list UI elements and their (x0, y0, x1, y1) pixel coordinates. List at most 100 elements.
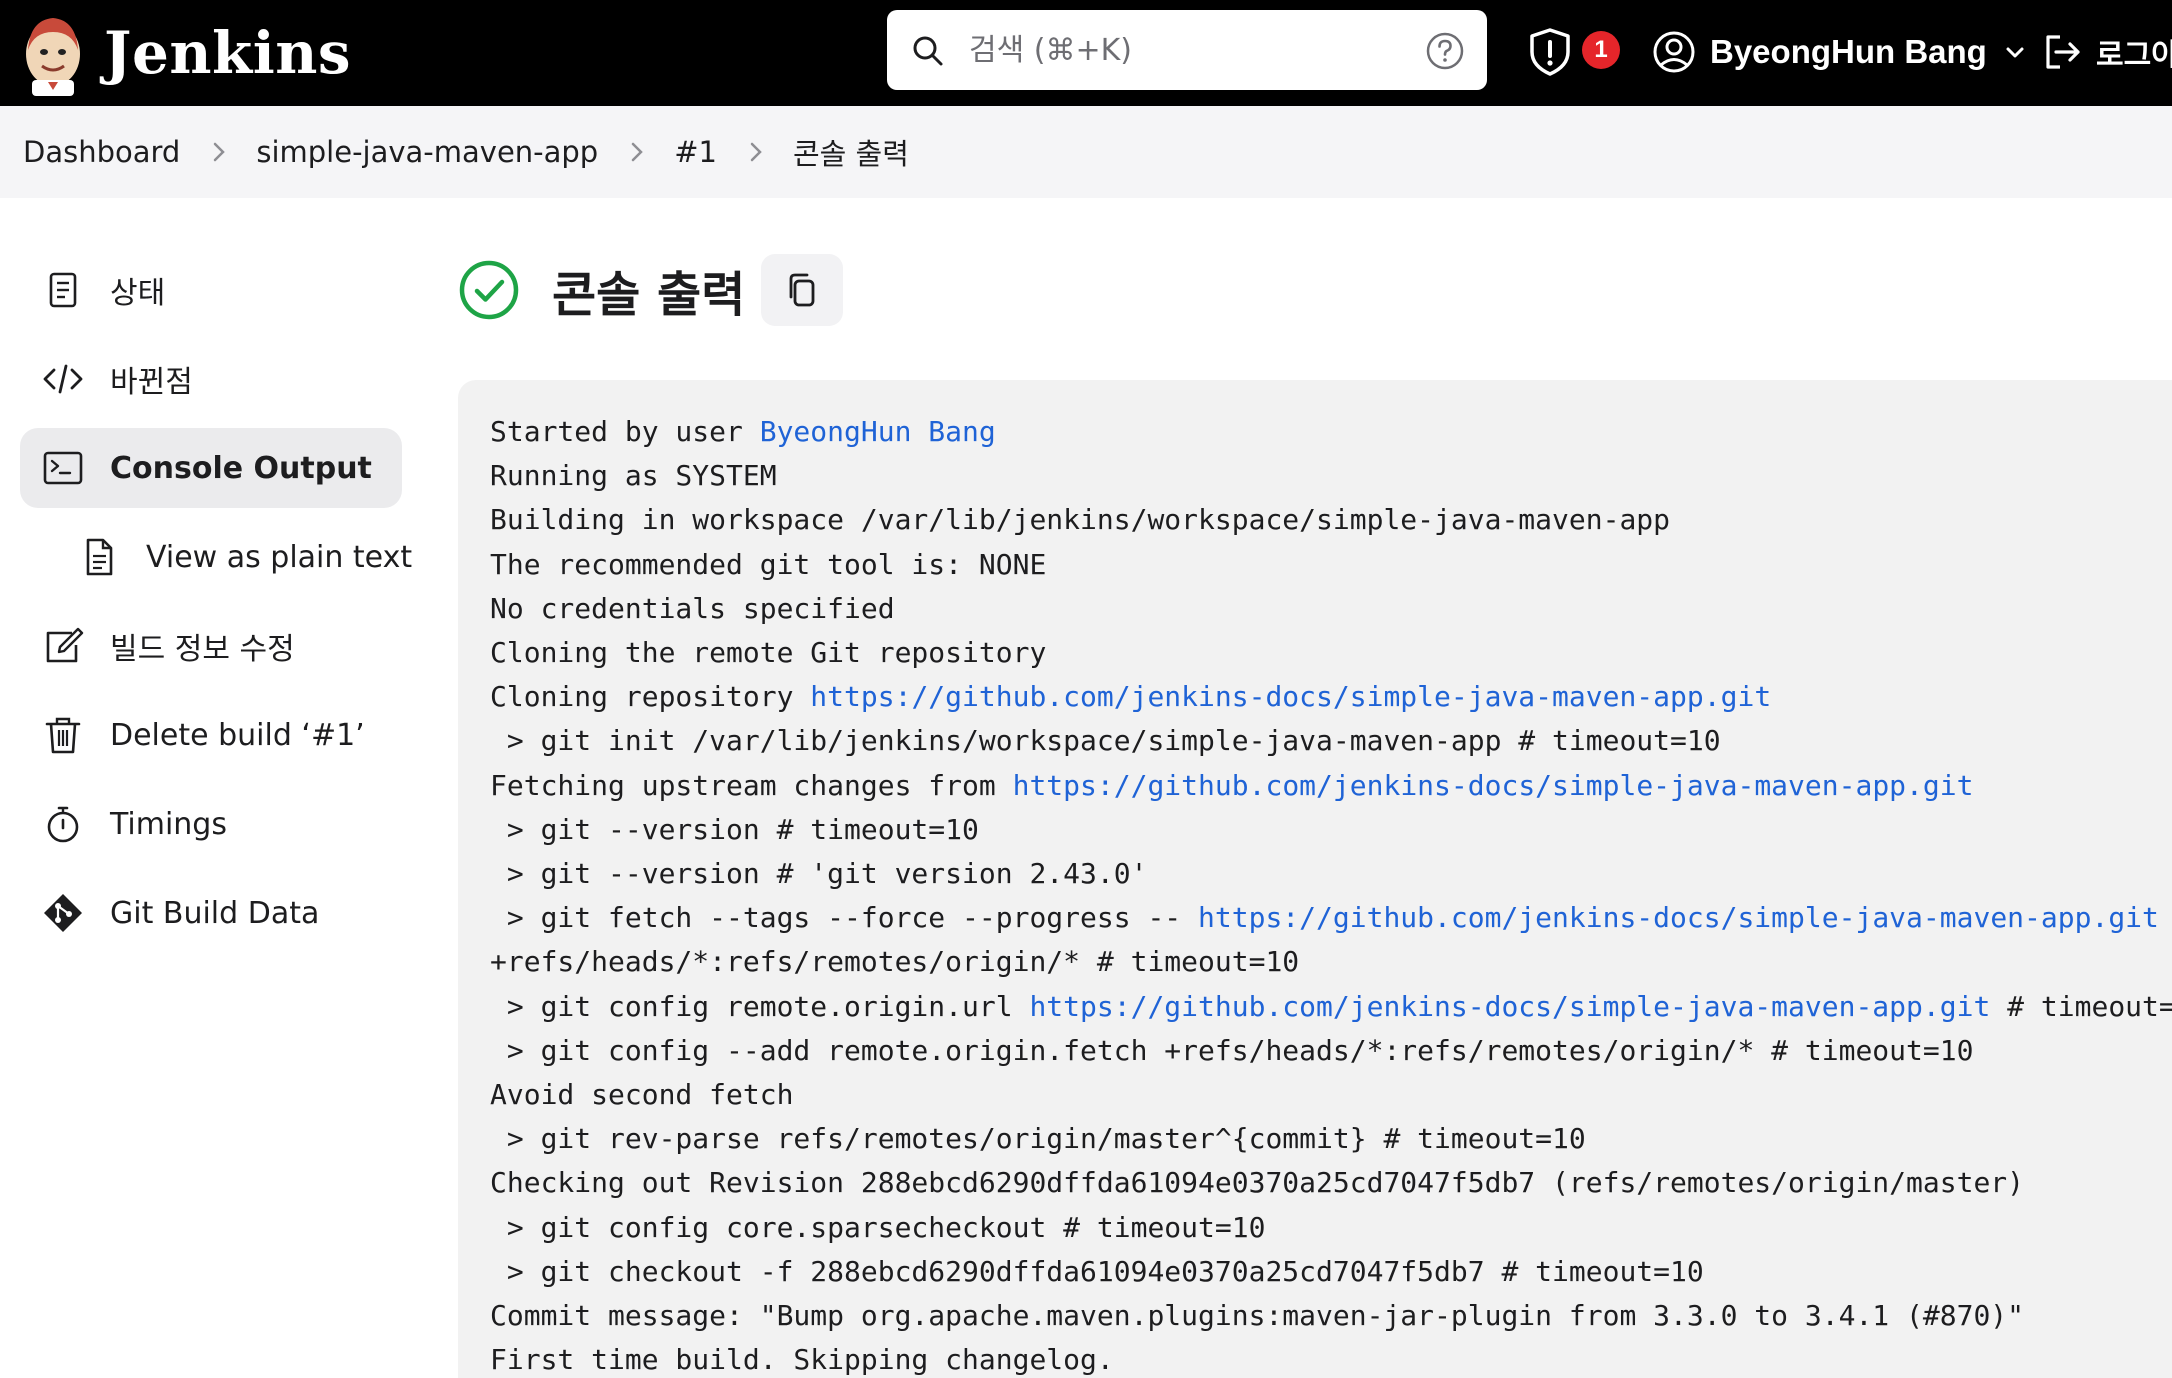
breadcrumb-job[interactable]: simple-java-maven-app (256, 135, 598, 169)
console-link[interactable]: https://github.com/jenkins-docs/simple-j… (1198, 901, 2159, 934)
console-text: Checking out Revision 288ebcd6290dffda61… (490, 1166, 2025, 1200)
sidebar-item-label: 바뀐점 (110, 365, 193, 400)
search-input[interactable] (969, 24, 1389, 76)
page-header: 콘솔 출력 (458, 250, 844, 330)
console-line: Fetching upstream changes from https://g… (490, 764, 2172, 808)
code-icon (43, 364, 83, 394)
console-line: > git --version # 'git version 2.43.0' (490, 852, 2172, 896)
console-line: > git checkout -f 288ebcd6290dffda61094e… (490, 1250, 2172, 1294)
sidebar-item-label: Git Build Data (110, 895, 320, 931)
console-text: Commit message: "Bump org.apache.maven.p… (490, 1299, 2025, 1333)
console-text: > git config remote.origin.url (490, 989, 1030, 1023)
document-icon (49, 272, 77, 308)
console-text: > git fetch --tags --force --progress -- (490, 901, 1199, 935)
console-text: +refs/heads/*:refs/remotes/origin/* # ti… (490, 945, 1300, 979)
chevron-down-icon (2006, 47, 2024, 58)
console-text: Building in workspace /var/lib/jenkins/w… (490, 503, 1671, 537)
user-avatar-icon (1653, 31, 1695, 73)
notification-badge[interactable]: 1 (1582, 31, 1620, 69)
help-icon[interactable] (1425, 31, 1465, 71)
page-title: 콘솔 출력 (552, 267, 746, 323)
sidebar-item-edit-build-info[interactable]: 빌드 정보 수정 (20, 606, 402, 686)
console-text: > git rev-parse refs/remotes/origin/mast… (490, 1122, 1586, 1156)
success-check-icon (459, 260, 519, 320)
breadcrumb: Dashboard simple-java-maven-app #1 콘솔 출력 (0, 106, 2172, 198)
console-text: Cloning repository (490, 680, 811, 714)
trash-icon (45, 717, 81, 754)
sidebar-item-label: View as plain text (146, 539, 413, 575)
console-line: > git init /var/lib/jenkins/workspace/si… (490, 719, 2172, 763)
sidebar-item-label: Console Output (110, 450, 372, 486)
sidebar-item-delete-build[interactable]: Delete build ‘#1’ (20, 695, 402, 775)
user-name: ByeongHun Bang (1710, 33, 1987, 70)
console-text: > git checkout -f 288ebcd6290dffda61094e… (490, 1254, 1704, 1288)
console-line: Avoid second fetch (490, 1073, 2172, 1117)
sidebar-item-status[interactable]: 상태 (20, 250, 402, 330)
console-text: > git init /var/lib/jenkins/workspace/si… (490, 724, 1721, 758)
console-output-panel[interactable]: Started by user ByeongHun Bang Running as… (458, 380, 2172, 1378)
console-text: Fetching upstream changes from (490, 768, 1013, 802)
console-link[interactable]: ByeongHun Bang (760, 415, 996, 448)
copy-button[interactable] (761, 254, 844, 326)
sidebar-item-label: 빌드 정보 수정 (110, 632, 295, 667)
console-link[interactable]: https://github.com/jenkins-docs/simple-j… (810, 680, 1771, 713)
sidebar-item-git-build-data[interactable]: Git Build Data (20, 873, 402, 953)
jenkins-home-link[interactable]: Jenkins (22, 8, 351, 98)
console-text: > git config core.sparsecheckout # timeo… (490, 1210, 1266, 1244)
sidebar-item-label: 상태 (110, 276, 166, 311)
console-text: Cloning the remote Git repository (490, 636, 1047, 670)
sidebar-item-timings[interactable]: Timings (20, 784, 402, 864)
console-text: > git config --add remote.origin.fetch +… (490, 1033, 1974, 1067)
copy-icon (789, 273, 815, 307)
console-line: Cloning repository https://github.com/je… (490, 675, 2172, 719)
chevron-right-icon (214, 142, 226, 162)
logout-button[interactable]: 로그아웃 (2040, 26, 2172, 78)
console-text: Running as SYSTEM (490, 459, 777, 493)
security-alert-button[interactable] (1526, 26, 1574, 78)
breadcrumb-build[interactable]: #1 (674, 135, 717, 169)
console-line: > git --version # timeout=10 (490, 808, 2172, 852)
file-text-icon (86, 538, 113, 576)
console-text: No credentials specified (490, 591, 895, 625)
top-header: Jenkins 1 ByeongHun Bang (0, 0, 2172, 106)
console-line: Commit message: "Bump org.apache.maven.p… (490, 1294, 2172, 1338)
console-line: > git config --add remote.origin.fetch +… (490, 1029, 2172, 1073)
search-box[interactable] (887, 10, 1487, 90)
sidebar-item-label: Delete build ‘#1’ (110, 717, 365, 753)
terminal-icon (43, 451, 83, 485)
chevron-right-icon (750, 142, 762, 162)
user-menu[interactable]: ByeongHun Bang (1652, 26, 2027, 78)
sidebar-item-console-output[interactable]: Console Output (20, 428, 402, 508)
console-text: Started by user (490, 415, 760, 448)
chevron-right-icon (631, 142, 643, 162)
git-icon (44, 894, 82, 932)
console-line: +refs/heads/*:refs/remotes/origin/* # ti… (490, 940, 2172, 984)
console-line: > git config remote.origin.url https://g… (490, 985, 2172, 1029)
console-text: The recommended git tool is: NONE (490, 547, 1047, 581)
console-line: The recommended git tool is: NONE (490, 543, 2172, 587)
logout-label: 로그아웃 (2096, 38, 2172, 73)
logout-icon (2046, 35, 2080, 69)
console-line: > git fetch --tags --force --progress --… (490, 896, 2172, 940)
console-line: > git config core.sparsecheckout # timeo… (490, 1206, 2172, 1250)
console-line: > git rev-parse refs/remotes/origin/mast… (490, 1117, 2172, 1161)
console-line: No credentials specified (490, 587, 2172, 631)
breadcrumb-dashboard[interactable]: Dashboard (23, 135, 180, 169)
sidebar-item-changes[interactable]: 바뀐점 (20, 339, 402, 419)
console-text: > git --version # timeout=10 (490, 812, 979, 846)
console-line: First time build. Skipping changelog. (490, 1338, 2172, 1378)
sidebar-item-view-plain-text[interactable]: View as plain text (20, 517, 412, 597)
console-link[interactable]: https://github.com/jenkins-docs/simple-j… (1029, 990, 1990, 1023)
console-line: Running as SYSTEM (490, 454, 2172, 498)
breadcrumb-console-output[interactable]: 콘솔 출력 (793, 131, 909, 173)
sidebar: 상태 바뀐점 Console Output View as plain text (20, 250, 412, 962)
search-icon (913, 36, 943, 66)
console-text: First time build. Skipping changelog. (490, 1343, 1114, 1377)
stopwatch-icon (47, 806, 79, 843)
console-link[interactable]: https://github.com/jenkins-docs/simple-j… (1013, 769, 1974, 802)
console-line: Building in workspace /var/lib/jenkins/w… (490, 498, 2172, 542)
console-line: Cloning the remote Git repository (490, 631, 2172, 675)
jenkins-logo-icon (26, 18, 80, 96)
sidebar-item-label: Timings (110, 806, 227, 842)
console-line: Checking out Revision 288ebcd6290dffda61… (490, 1161, 2172, 1205)
